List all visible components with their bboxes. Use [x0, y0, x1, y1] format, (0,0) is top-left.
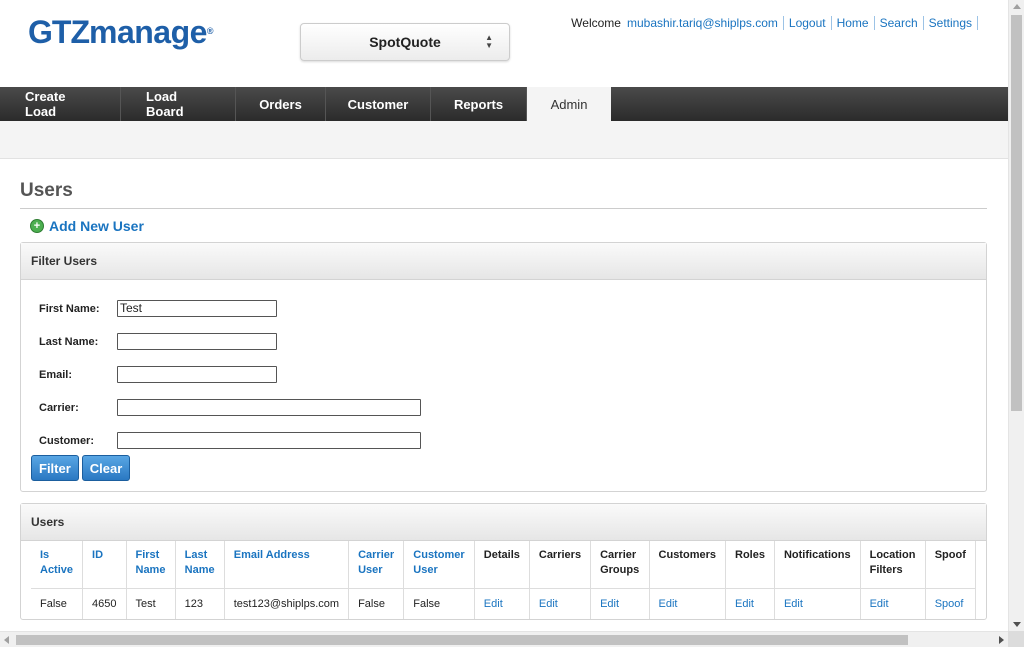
- users-table: Is Active ID First Name Last Name Email …: [31, 541, 977, 619]
- app-selector[interactable]: SpotQuote ▲ ▼: [300, 23, 510, 61]
- users-table-header-row: Is Active ID First Name Last Name Email …: [31, 541, 977, 589]
- up-down-arrows-icon: ▲ ▼: [485, 33, 493, 50]
- home-link[interactable]: Home: [832, 16, 875, 30]
- search-link[interactable]: Search: [875, 16, 924, 30]
- col-id[interactable]: ID: [82, 541, 127, 589]
- scroll-up-arrow-icon[interactable]: [1013, 4, 1021, 9]
- scroll-down-arrow-icon[interactable]: [1013, 622, 1021, 627]
- nav-reports[interactable]: Reports: [431, 87, 527, 121]
- vertical-scrollbar[interactable]: [1008, 0, 1024, 631]
- cell-email-address: test123@shiplps.com: [224, 588, 350, 619]
- last-name-input[interactable]: [117, 333, 277, 350]
- vertical-scroll-thumb[interactable]: [1011, 15, 1022, 411]
- customer-label: Customer:: [39, 434, 95, 447]
- customer-row: Customer:: [31, 424, 976, 457]
- nav-load-board[interactable]: Load Board: [121, 87, 236, 121]
- email-row: Email:: [31, 358, 976, 391]
- col-notifications: Notifications: [774, 541, 861, 589]
- users-panel: Users Is Active ID First Name Last Name …: [20, 503, 987, 620]
- horizontal-scroll-thumb[interactable]: [16, 635, 908, 645]
- logo-gtz: GTZ: [28, 14, 90, 50]
- scroll-right-arrow-icon[interactable]: [999, 636, 1004, 644]
- col-email-address[interactable]: Email Address: [224, 541, 350, 589]
- logo-manage: manage: [88, 14, 207, 50]
- page: GTZmanage® SpotQuote ▲ ▼ Welcome mubashir…: [0, 0, 1024, 647]
- carrier-input[interactable]: [117, 399, 421, 416]
- customer-input[interactable]: [117, 432, 421, 449]
- edit-location-filters-link[interactable]: Edit: [870, 598, 889, 610]
- main-nav: Create Load Load Board Orders Customer R…: [0, 87, 1008, 121]
- top-links: Welcome mubashir.tariq@shiplps.com Logou…: [571, 16, 978, 30]
- table-row: False 4650 Test 123 test123@shiplps.com …: [31, 588, 977, 619]
- email-label: Email:: [39, 368, 73, 381]
- edit-carriers-link[interactable]: Edit: [539, 598, 558, 610]
- col-carrier-user[interactable]: Carrier User: [348, 541, 405, 589]
- col-last-name[interactable]: Last Name: [175, 541, 225, 589]
- cell-is-active: False: [31, 588, 84, 619]
- col-roles: Roles: [725, 541, 775, 589]
- logout-link[interactable]: Logout: [784, 16, 832, 30]
- users-heading: Users: [21, 504, 986, 541]
- filter-users-heading: Filter Users: [21, 243, 986, 280]
- cell-customer-user: False: [403, 588, 475, 619]
- col-customers: Customers: [649, 541, 727, 589]
- nav-orders[interactable]: Orders: [236, 87, 326, 121]
- col-location-filters: Location Filters: [860, 541, 926, 589]
- plus-circle-icon: +: [30, 219, 44, 233]
- edit-details-link[interactable]: Edit: [484, 598, 503, 610]
- add-new-user-label: Add New User: [49, 218, 144, 234]
- gtz-manage-logo[interactable]: GTZmanage®: [28, 14, 214, 51]
- edit-roles-link[interactable]: Edit: [735, 598, 754, 610]
- col-spoof: Spoof: [925, 541, 977, 589]
- col-first-name[interactable]: First Name: [126, 541, 176, 589]
- filter-users-panel: Filter Users First Name: Test Last Name:…: [20, 242, 987, 492]
- clear-button[interactable]: Clear: [81, 455, 131, 481]
- col-is-active[interactable]: Is Active: [31, 541, 84, 589]
- col-carriers: Carriers: [529, 541, 592, 589]
- welcome-text: Welcome: [571, 16, 621, 30]
- filter-button[interactable]: Filter: [31, 455, 79, 481]
- last-name-label: Last Name:: [39, 335, 99, 348]
- edit-notifications-link[interactable]: Edit: [784, 598, 803, 610]
- filter-users-body: First Name: Test Last Name: Email: Carri…: [21, 280, 986, 491]
- add-new-user-link[interactable]: + Add New User: [30, 218, 987, 234]
- nav-customer[interactable]: Customer: [326, 87, 431, 121]
- filter-buttons: Filter Clear: [31, 455, 976, 481]
- scrollbar-corner: [1008, 631, 1024, 647]
- first-name-label: First Name:: [39, 302, 100, 315]
- scroll-left-arrow-icon[interactable]: [4, 636, 9, 644]
- col-carrier-groups: Carrier Groups: [590, 541, 650, 589]
- nav-admin[interactable]: Admin: [527, 87, 611, 121]
- page-title: Users: [20, 180, 987, 209]
- first-name-input[interactable]: Test: [117, 300, 277, 317]
- cell-first-name: Test: [126, 588, 176, 619]
- logo-registered-mark: ®: [206, 26, 214, 36]
- spoof-link[interactable]: Spoof: [935, 598, 964, 610]
- horizontal-scrollbar[interactable]: [0, 631, 1008, 647]
- col-details: Details: [474, 541, 530, 589]
- settings-link[interactable]: Settings: [924, 16, 978, 30]
- col-customer-user[interactable]: Customer User: [403, 541, 475, 589]
- user-email-link[interactable]: mubashir.tariq@shiplps.com: [627, 16, 784, 30]
- sub-nav-bar: [0, 121, 1008, 159]
- nav-create-load[interactable]: Create Load: [0, 87, 121, 121]
- cell-carrier-user: False: [348, 588, 405, 619]
- last-name-row: Last Name:: [31, 325, 976, 358]
- first-name-row: First Name: Test: [31, 292, 976, 325]
- email-input[interactable]: [117, 366, 277, 383]
- carrier-label: Carrier:: [39, 401, 79, 414]
- edit-carrier-groups-link[interactable]: Edit: [600, 598, 619, 610]
- app-selector-value: SpotQuote: [369, 34, 441, 50]
- main-content: Users + Add New User Filter Users First …: [20, 180, 987, 631]
- cell-id: 4650: [82, 588, 127, 619]
- carrier-row: Carrier:: [31, 391, 976, 424]
- cell-last-name: 123: [175, 588, 225, 619]
- edit-customers-link[interactable]: Edit: [659, 598, 678, 610]
